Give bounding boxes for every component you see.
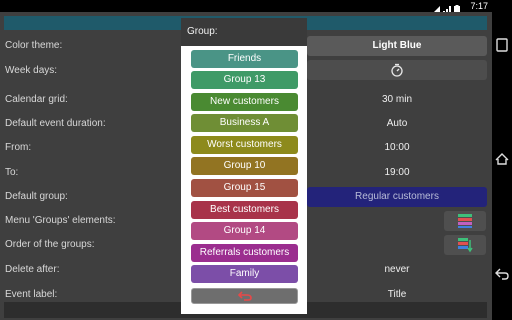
group-option-new-customers[interactable]: New customers (191, 93, 298, 111)
calendar-grid-label: Calendar grid: (5, 94, 68, 105)
group-option-family[interactable]: Family (191, 265, 298, 283)
signal-icon (443, 1, 451, 14)
default-event-duration-value[interactable]: Auto (307, 118, 487, 129)
back-button[interactable] (191, 288, 298, 304)
group-option-group-14[interactable]: Group 14 (191, 222, 298, 240)
menu-groups-elements-button[interactable] (444, 211, 486, 231)
status-time: 7:17 (470, 1, 488, 11)
event-label-value[interactable]: Title (307, 289, 487, 300)
group-picker-dialog: Group: Friends Group 13 New customers Bu… (181, 18, 307, 314)
delete-after-value[interactable]: never (307, 264, 487, 275)
menu-groups-elements-label: Menu 'Groups' elements: (5, 215, 116, 226)
battery-icon (454, 1, 462, 14)
sort-list-icon (458, 238, 473, 253)
status-bar: 7:17 (0, 0, 492, 14)
delete-after-label: Delete after: (5, 264, 60, 275)
order-of-groups-button[interactable] (444, 235, 486, 255)
color-theme-button[interactable]: Light Blue (307, 36, 487, 56)
group-option-group-13[interactable]: Group 13 (191, 71, 298, 89)
group-option-group-15[interactable]: Group 15 (191, 179, 298, 197)
group-option-referrals-customers[interactable]: Referrals customers (191, 244, 298, 262)
group-option-group-10[interactable]: Group 10 (191, 157, 298, 175)
navigation-bar (492, 0, 512, 320)
group-option-best-customers[interactable]: Best customers (191, 201, 298, 219)
recent-apps-icon[interactable] (495, 37, 509, 53)
color-list-icon (458, 214, 472, 228)
week-days-label: Week days: (5, 65, 58, 76)
from-value[interactable]: 10:00 (307, 142, 487, 153)
timer-icon (391, 63, 403, 77)
event-label-label: Event label: (5, 289, 58, 300)
calendar-grid-value[interactable]: 30 min (307, 94, 487, 105)
group-option-business-a[interactable]: Business A (191, 114, 298, 132)
week-days-button[interactable] (307, 60, 487, 80)
default-event-duration-label: Default event duration: (5, 118, 106, 129)
undo-arrow-icon (237, 291, 252, 301)
status-icons (432, 1, 462, 14)
dialog-title: Group: (181, 18, 307, 46)
default-group-button[interactable]: Regular customers (307, 187, 487, 207)
to-value[interactable]: 19:00 (307, 167, 487, 178)
from-label: From: (5, 142, 32, 153)
home-icon[interactable] (495, 152, 509, 166)
wifi-icon (432, 1, 440, 14)
group-option-friends[interactable]: Friends (191, 50, 298, 68)
order-of-groups-label: Order of the groups: (5, 239, 95, 250)
back-nav-icon[interactable] (495, 268, 509, 280)
to-label: To: (5, 167, 19, 178)
group-option-worst-customers[interactable]: Worst customers (191, 136, 298, 154)
color-theme-label: Color theme: (5, 40, 63, 51)
default-group-label: Default group: (5, 191, 68, 202)
